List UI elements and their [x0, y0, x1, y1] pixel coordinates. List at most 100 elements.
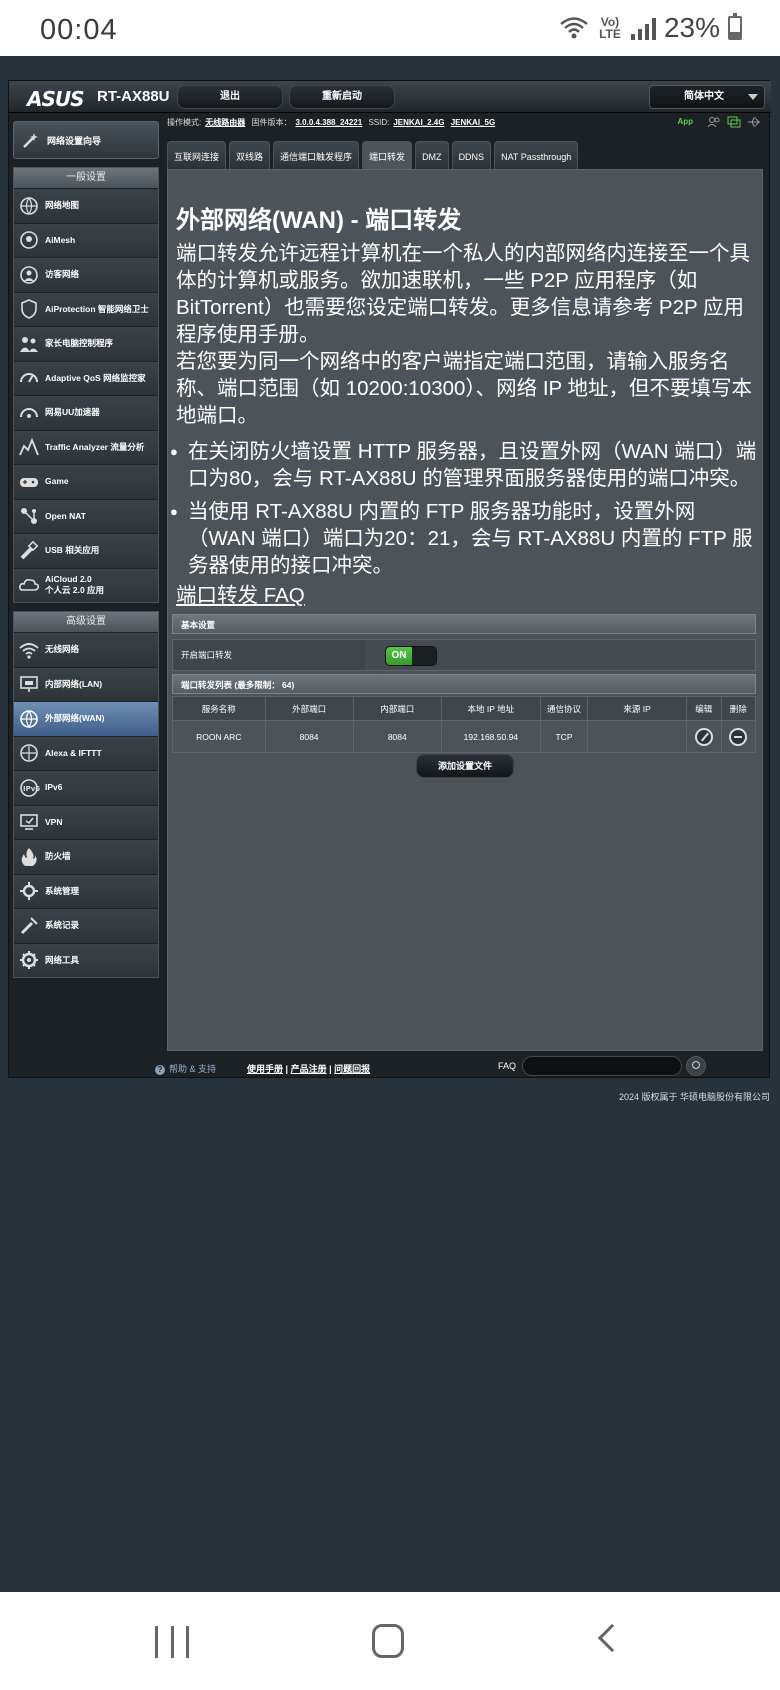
guest-network-icon — [18, 264, 40, 286]
ipv6-icon: IPv6 — [18, 777, 40, 799]
faq-link[interactable]: 端口转发 FAQ — [176, 578, 305, 608]
firmware-label: 固件版本： — [251, 118, 292, 127]
mode-label: 操作模式: — [167, 118, 202, 127]
ssid-24-link[interactable]: JENKAI_2.4G — [393, 118, 444, 127]
edit-cell — [686, 720, 722, 753]
sidebar-item-globe[interactable]: 网络地图 — [14, 188, 158, 223]
sidebar-item-wifi[interactable]: 无线网络 — [14, 632, 158, 667]
manual-link[interactable]: 使用手册 — [247, 1064, 283, 1074]
sidebar-item-tools[interactable]: 网络工具 — [14, 942, 158, 977]
sidebar-item-admin[interactable]: 系统管理 — [14, 873, 158, 908]
usb-status-icon[interactable] — [747, 116, 761, 128]
mode-link[interactable]: 无线路由器 — [205, 118, 245, 127]
column-header: 本地 IP 地址 — [440, 696, 541, 721]
sidebar-item-label: AiMesh — [45, 234, 76, 245]
faq-search-input[interactable] — [522, 1056, 682, 1076]
port-forwarding-toggle[interactable]: ON — [385, 646, 437, 666]
reboot-button[interactable]: 重新启动 — [289, 85, 395, 109]
enable-port-forwarding-row: 开启端口转发 ON — [172, 639, 756, 671]
page-description: 端口转发允许远程计算机在一个私人的内部网络内连接至一个具体的计算机或服务。欲加速… — [176, 240, 760, 429]
sidebar-item-cloud[interactable]: AiCloud 2.0 个人云 2.0 应用 — [14, 567, 158, 602]
logout-button[interactable]: 退出 — [177, 85, 283, 109]
register-link[interactable]: 产品注册 — [291, 1064, 327, 1074]
add-profile-button[interactable]: 添加设置文件 — [416, 754, 514, 778]
wan-globe-icon — [18, 708, 40, 730]
cell-ip: 192.168.50.94 — [440, 720, 541, 753]
lan-icon — [18, 673, 40, 695]
tab-6[interactable]: NAT Passthrough — [494, 141, 579, 169]
home-icon[interactable] — [372, 1624, 404, 1658]
family-icon — [18, 333, 40, 355]
sidebar-item-guest-network[interactable]: 访客网络 — [14, 257, 158, 292]
ssid-5-link[interactable]: JENKAI_5G — [451, 118, 495, 127]
sidebar-item-gauge[interactable]: Adaptive QoS 网络监控家 — [14, 360, 158, 395]
search-icon[interactable] — [686, 1056, 706, 1076]
network-status-icon[interactable] — [727, 116, 741, 128]
sidebar-item-label: IPv6 — [45, 782, 63, 793]
clock: 00:04 — [40, 14, 118, 46]
svg-text:IPv6: IPv6 — [23, 785, 40, 793]
android-nav-bar — [0, 1592, 780, 1690]
firewall-icon — [18, 846, 40, 868]
asus-logo: ASUS — [27, 87, 85, 111]
back-icon[interactable] — [597, 1623, 627, 1653]
page-title: 外部网络(WAN) - 端口转发 — [176, 207, 462, 234]
sidebar-item-label: Alexa & IFTTT — [45, 747, 102, 758]
sidebar-item-label: 系统记录 — [45, 920, 80, 931]
description-paragraph-2: 若您要为同一个网络中的客户端指定端口范围，请输入服务名称、端口范围（如 1020… — [176, 350, 753, 427]
wifi-icon — [18, 639, 40, 661]
qis-button[interactable]: 网络设置向导 — [13, 121, 159, 159]
sidebar-item-label: Open NAT — [45, 510, 86, 521]
feedback-link[interactable]: 问题回报 — [334, 1064, 370, 1074]
sidebar-item-label: Game — [45, 476, 69, 487]
sidebar-item-alexa[interactable]: Alexa & IFTTT — [14, 735, 158, 770]
sidebar-item-usb[interactable]: USB 相关应用 — [14, 533, 158, 568]
copyright: 2024 版权属于 华硕电脑股份有限公司 — [618, 1092, 770, 1102]
usb-icon — [18, 540, 40, 562]
sidebar-item-family[interactable]: 家长电脑控制程序 — [14, 326, 158, 361]
tab-1[interactable]: 双线路 — [229, 141, 271, 169]
battery-percent: 23% — [663, 12, 720, 43]
sidebar-item-speed[interactable]: 网易UU加速器 — [14, 395, 158, 430]
sidebar-item-label: VPN — [45, 816, 63, 827]
help-support-link[interactable]: ? 帮助 & 支持 — [155, 1062, 216, 1075]
sidebar-item-label: 网易UU加速器 — [45, 407, 100, 418]
sidebar-item-gamepad[interactable]: Game — [14, 464, 158, 499]
ssid-label: SSID: — [368, 118, 390, 127]
tab-4[interactable]: DMZ — [415, 141, 449, 169]
general-settings-section: 一般设置 网络地图 AiMesh 访客网络 AiProtection 智能网络卫士 家长… — [13, 167, 159, 603]
sidebar-item-label: 网络工具 — [45, 954, 80, 965]
tab-2[interactable]: 通信端口触发程序 — [273, 141, 360, 169]
sidebar-item-wan-globe[interactable]: 外部网络(WAN) — [14, 701, 158, 736]
sidebar-item-mesh[interactable]: AiMesh — [14, 222, 158, 257]
firmware-link[interactable]: 3.0.0.4.388_24221 — [295, 118, 362, 127]
language-select[interactable]: 简体中文 — [649, 85, 765, 109]
port-forwarding-table: 服务名称 外部端口 内部端口 本地 IP 地址 通信协议 来源 IP 编辑 删除 ROON A… — [172, 696, 757, 753]
sidebar-item-ipv6[interactable]: IPv6 IPv6 — [14, 770, 158, 805]
column-header: 外部端口 — [264, 696, 354, 721]
sidebar-item-log[interactable]: 系统记录 — [14, 908, 158, 943]
tab-5[interactable]: DDNS — [451, 141, 492, 169]
column-header: 编辑 — [686, 696, 722, 721]
sidebar-item-firewall[interactable]: 防火墙 — [14, 839, 158, 874]
sidebar-item-chart[interactable]: Traffic Analyzer 流量分析 — [14, 429, 158, 464]
admin-icon — [18, 880, 40, 902]
column-header: 通信协议 — [539, 696, 589, 721]
delete-icon[interactable] — [729, 727, 748, 746]
recent-apps-icon[interactable] — [155, 1626, 189, 1658]
sidebar-item-label: USB 相关应用 — [45, 545, 100, 556]
tab-3[interactable]: 端口转发 — [362, 141, 413, 169]
sidebar-item-nat[interactable]: Open NAT — [14, 498, 158, 533]
sidebar-item-lan[interactable]: 内部网络(LAN) — [14, 666, 158, 701]
clients-icon[interactable] — [707, 116, 721, 128]
edit-icon[interactable] — [694, 727, 713, 746]
sidebar-item-vpn[interactable]: VPN — [14, 804, 158, 839]
tab-0[interactable]: 互联网连接 — [167, 141, 227, 169]
sidebar-item-label: 家长电脑控制程序 — [45, 338, 114, 349]
sidebar-item-label: 访客网络 — [45, 269, 80, 280]
sidebar-item-shield[interactable]: AiProtection 智能网络卫士 — [14, 291, 158, 326]
app-link[interactable]: App — [677, 117, 693, 126]
vpn-icon — [18, 811, 40, 833]
sidebar: 网络设置向导 一般设置 网络地图 AiMesh 访客网络 AiProtection 智… — [13, 121, 159, 978]
cell-source-ip — [587, 720, 688, 753]
